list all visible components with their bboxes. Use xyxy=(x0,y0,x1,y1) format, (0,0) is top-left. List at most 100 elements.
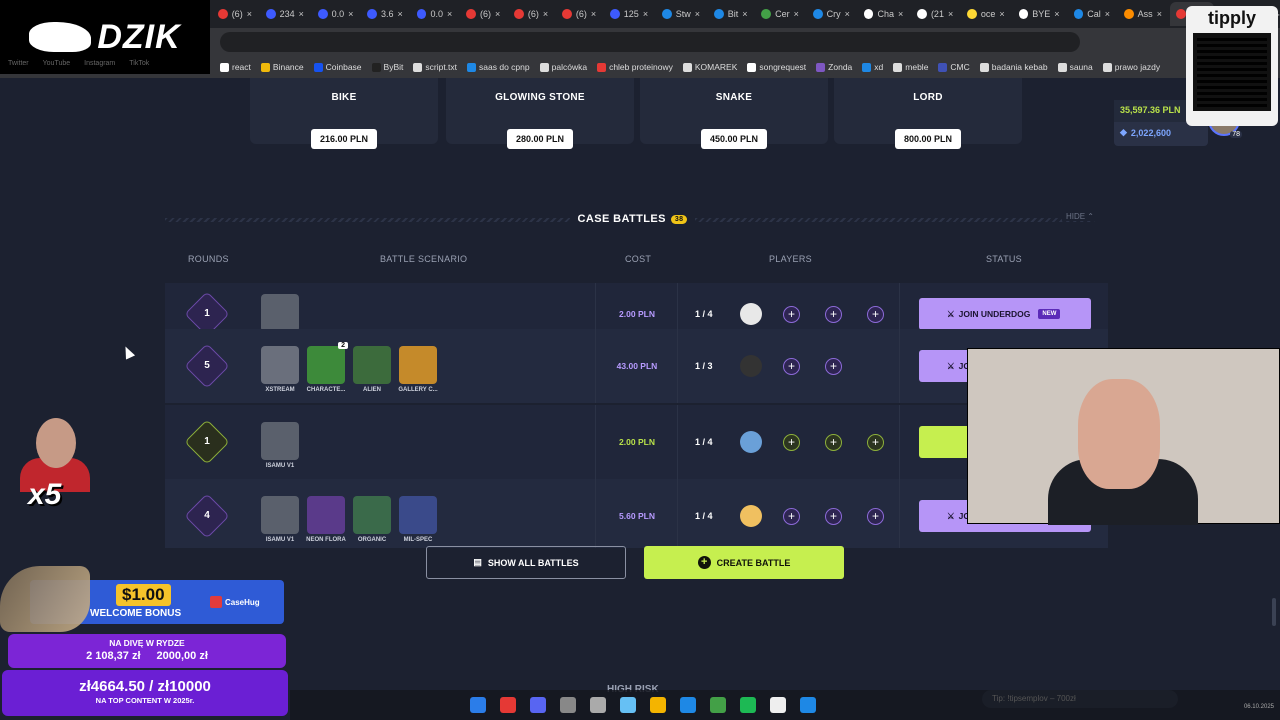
join-slot-plus-icon[interactable]: + xyxy=(825,306,842,323)
bookmark-item[interactable]: Binance xyxy=(260,62,304,72)
bookmark-item[interactable]: react xyxy=(220,62,251,72)
close-icon[interactable]: × xyxy=(1157,9,1162,19)
prize-price-button[interactable]: 450.00 PLN xyxy=(700,129,768,149)
browser-tab[interactable]: (6) × xyxy=(460,2,506,26)
close-icon[interactable]: × xyxy=(247,9,252,19)
close-icon[interactable]: × xyxy=(543,9,548,19)
prize-price-button[interactable]: 216.00 PLN xyxy=(310,129,378,149)
bookmark-item[interactable]: ByBit xyxy=(371,62,403,72)
join-slot-plus-icon[interactable]: + xyxy=(783,434,800,451)
close-icon[interactable]: × xyxy=(999,9,1004,19)
join-slot-plus-icon[interactable]: + xyxy=(825,508,842,525)
bookmark-item[interactable]: prawo jazdy xyxy=(1102,62,1160,72)
bookmark-item[interactable]: saas do cpnp xyxy=(467,62,530,72)
taskbar-app-icon[interactable] xyxy=(470,697,486,713)
browser-tab[interactable]: 234 × xyxy=(260,2,310,26)
close-icon[interactable]: × xyxy=(948,9,953,19)
browser-tab[interactable]: 0.0 × xyxy=(312,2,359,26)
browser-tab[interactable]: Cha × xyxy=(858,2,909,26)
close-icon[interactable]: × xyxy=(742,9,747,19)
browser-tab[interactable]: Cal × xyxy=(1068,2,1116,26)
taskbar-app-icon[interactable] xyxy=(560,697,576,713)
close-icon[interactable]: × xyxy=(495,9,500,19)
taskbar-app-icon[interactable] xyxy=(680,697,696,713)
taskbar-app-icon[interactable] xyxy=(590,697,606,713)
prize-card[interactable]: SNAKE 450.00 PLN xyxy=(640,78,828,149)
bookmark-item[interactable]: badania kebab xyxy=(979,62,1048,72)
browser-tab[interactable]: Cry × xyxy=(807,2,856,26)
browser-tab[interactable]: BYE × xyxy=(1013,2,1066,26)
browser-tab[interactable]: (6) × xyxy=(556,2,602,26)
browser-tab[interactable]: (6) × xyxy=(508,2,554,26)
url-field[interactable] xyxy=(220,32,1080,52)
join-slot-plus-icon[interactable]: + xyxy=(825,358,842,375)
tab-favicon-icon xyxy=(466,9,476,19)
user-level: 78 xyxy=(1230,131,1242,138)
close-icon[interactable]: × xyxy=(643,9,648,19)
taskbar-app-icon[interactable] xyxy=(740,697,756,713)
prize-price-button[interactable]: 280.00 PLN xyxy=(506,129,574,149)
browser-tab[interactable]: Ass × xyxy=(1118,2,1168,26)
player-avatar[interactable] xyxy=(740,505,762,527)
browser-tab[interactable]: 0.0 × xyxy=(411,2,458,26)
join-slot-plus-icon[interactable]: + xyxy=(867,508,884,525)
bookmark-item[interactable]: CMC xyxy=(938,62,970,72)
bookmark-item[interactable]: KOMAREK xyxy=(682,62,737,72)
hide-button[interactable]: HIDE ⌃ xyxy=(1061,212,1098,221)
close-icon[interactable]: × xyxy=(794,9,799,19)
bookmark-icon xyxy=(260,62,270,72)
player-avatar[interactable] xyxy=(740,431,762,453)
taskbar-app-icon[interactable] xyxy=(500,697,516,713)
taskbar-app-icon[interactable] xyxy=(530,697,546,713)
browser-tab[interactable]: Cer × xyxy=(755,2,804,26)
player-avatar[interactable] xyxy=(740,355,762,377)
join-slot-plus-icon[interactable]: + xyxy=(867,306,884,323)
browser-tab[interactable]: oce × xyxy=(961,2,1010,26)
close-icon[interactable]: × xyxy=(845,9,850,19)
close-icon[interactable]: × xyxy=(1105,9,1110,19)
close-icon[interactable]: × xyxy=(1054,9,1059,19)
bookmark-item[interactable]: chleb proteinowy xyxy=(597,62,673,72)
taskbar-app-icon[interactable] xyxy=(620,697,636,713)
browser-tab[interactable]: Bit × xyxy=(708,2,753,26)
join-slot-plus-icon[interactable]: + xyxy=(825,434,842,451)
join-slot-plus-icon[interactable]: + xyxy=(783,508,800,525)
prize-card[interactable]: GLOWING STONE 280.00 PLN xyxy=(446,78,634,149)
bookmark-item[interactable]: Coinbase xyxy=(313,62,362,72)
close-icon[interactable]: × xyxy=(898,9,903,19)
browser-tab[interactable]: 125 × xyxy=(604,2,654,26)
join-slot-plus-icon[interactable]: + xyxy=(783,358,800,375)
tab-favicon-icon xyxy=(863,9,874,19)
browser-tab[interactable]: 3.6 × xyxy=(361,2,408,26)
join-battle-button[interactable]: ⚔ JOIN UNDERDOG NEW xyxy=(919,298,1091,330)
browser-tab[interactable]: Stw × xyxy=(656,2,706,26)
browser-tab[interactable]: (6) × xyxy=(212,2,258,26)
show-all-battles-button[interactable]: ▤ SHOW ALL BATTLES xyxy=(426,546,626,579)
bookmark-item[interactable]: Zonda xyxy=(816,62,852,72)
bookmark-item[interactable]: xd xyxy=(862,62,883,72)
close-icon[interactable]: × xyxy=(299,9,304,19)
bookmark-item[interactable]: meble xyxy=(893,62,928,72)
browser-tab[interactable]: (21 × xyxy=(911,2,959,26)
taskbar-app-icon[interactable] xyxy=(650,697,666,713)
close-icon[interactable]: × xyxy=(695,9,700,19)
bookmark-item[interactable]: palcówka xyxy=(539,62,587,72)
create-battle-button[interactable]: + CREATE BATTLE xyxy=(644,546,844,579)
close-icon[interactable]: × xyxy=(591,9,596,19)
taskbar-app-icon[interactable] xyxy=(710,697,726,713)
bookmark-item[interactable]: script.txt xyxy=(413,62,457,72)
page-scrollbar[interactable] xyxy=(1272,598,1276,626)
join-slot-plus-icon[interactable]: + xyxy=(783,306,800,323)
close-icon[interactable]: × xyxy=(398,9,403,19)
join-slot-plus-icon[interactable]: + xyxy=(867,434,884,451)
close-icon[interactable]: × xyxy=(447,9,452,19)
prize-card[interactable]: LORD 800.00 PLN xyxy=(834,78,1022,149)
prize-card[interactable]: BIKE 216.00 PLN xyxy=(250,78,438,149)
player-avatar[interactable] xyxy=(740,303,762,325)
bookmark-item[interactable]: songrequest xyxy=(747,62,806,72)
prize-price-button[interactable]: 800.00 PLN xyxy=(894,129,962,149)
taskbar-app-icon[interactable] xyxy=(800,697,816,713)
bookmark-item[interactable]: sauna xyxy=(1057,62,1093,72)
taskbar-app-icon[interactable] xyxy=(770,697,786,713)
close-icon[interactable]: × xyxy=(348,9,353,19)
